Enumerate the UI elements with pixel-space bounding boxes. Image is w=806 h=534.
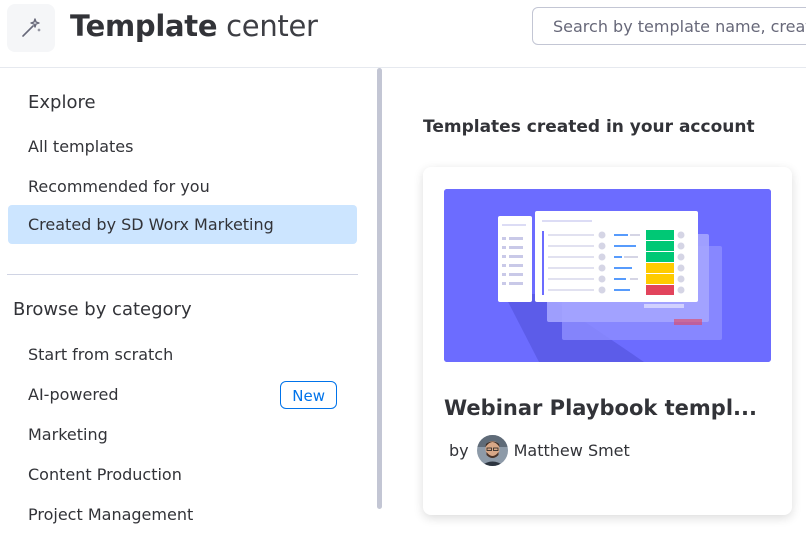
sidebar-item-label: Start from scratch <box>28 345 174 364</box>
board-preview-icon <box>444 189 771 362</box>
sidebar-scrollbar[interactable] <box>377 68 382 509</box>
sidebar-item-recommended[interactable]: Recommended for you <box>8 167 357 206</box>
sidebar-item-label: Created by SD Worx Marketing <box>28 215 274 234</box>
section-title: Templates created in your account <box>423 117 755 137</box>
explore-heading: Explore <box>28 92 96 113</box>
author-name[interactable]: Matthew Smet <box>514 441 630 460</box>
search-input[interactable] <box>532 7 806 45</box>
new-badge: New <box>280 381 337 409</box>
sidebar-item-ai-powered[interactable]: AI-powered New <box>8 375 357 414</box>
template-card[interactable]: Webinar Playbook templ... by Matthew Sme… <box>423 167 792 515</box>
sidebar-item-label: Content Production <box>28 465 182 484</box>
sidebar-item-created-by-account[interactable]: Created by SD Worx Marketing <box>8 205 357 244</box>
top-header: Template center <box>0 0 806 68</box>
magic-wand-icon[interactable] <box>7 4 55 52</box>
avatar <box>476 434 508 466</box>
sidebar-item-marketing[interactable]: Marketing <box>8 415 357 454</box>
by-label: by <box>449 440 469 460</box>
page-title: Template center <box>70 6 318 46</box>
sidebar-item-content-production[interactable]: Content Production <box>8 455 357 494</box>
sidebar: Explore All templates Recommended for yo… <box>0 68 376 533</box>
browse-category-heading: Browse by category <box>13 299 192 320</box>
sidebar-item-label: Marketing <box>28 425 108 444</box>
sidebar-item-all-templates[interactable]: All templates <box>8 127 357 166</box>
sidebar-item-label: Project Management <box>28 505 194 524</box>
sidebar-item-label: Recommended for you <box>28 177 210 196</box>
page-title-light: center <box>226 9 318 43</box>
sidebar-item-start-from-scratch[interactable]: Start from scratch <box>8 335 357 374</box>
template-card-title[interactable]: Webinar Playbook templ... <box>444 396 757 420</box>
sidebar-item-label: All templates <box>28 137 134 156</box>
sidebar-item-label: AI-powered <box>28 385 119 404</box>
page-title-bold: Template <box>70 9 218 43</box>
template-author: by Matthew Smet <box>449 434 630 466</box>
sidebar-item-project-management[interactable]: Project Management <box>8 495 357 534</box>
sidebar-divider <box>7 274 358 275</box>
